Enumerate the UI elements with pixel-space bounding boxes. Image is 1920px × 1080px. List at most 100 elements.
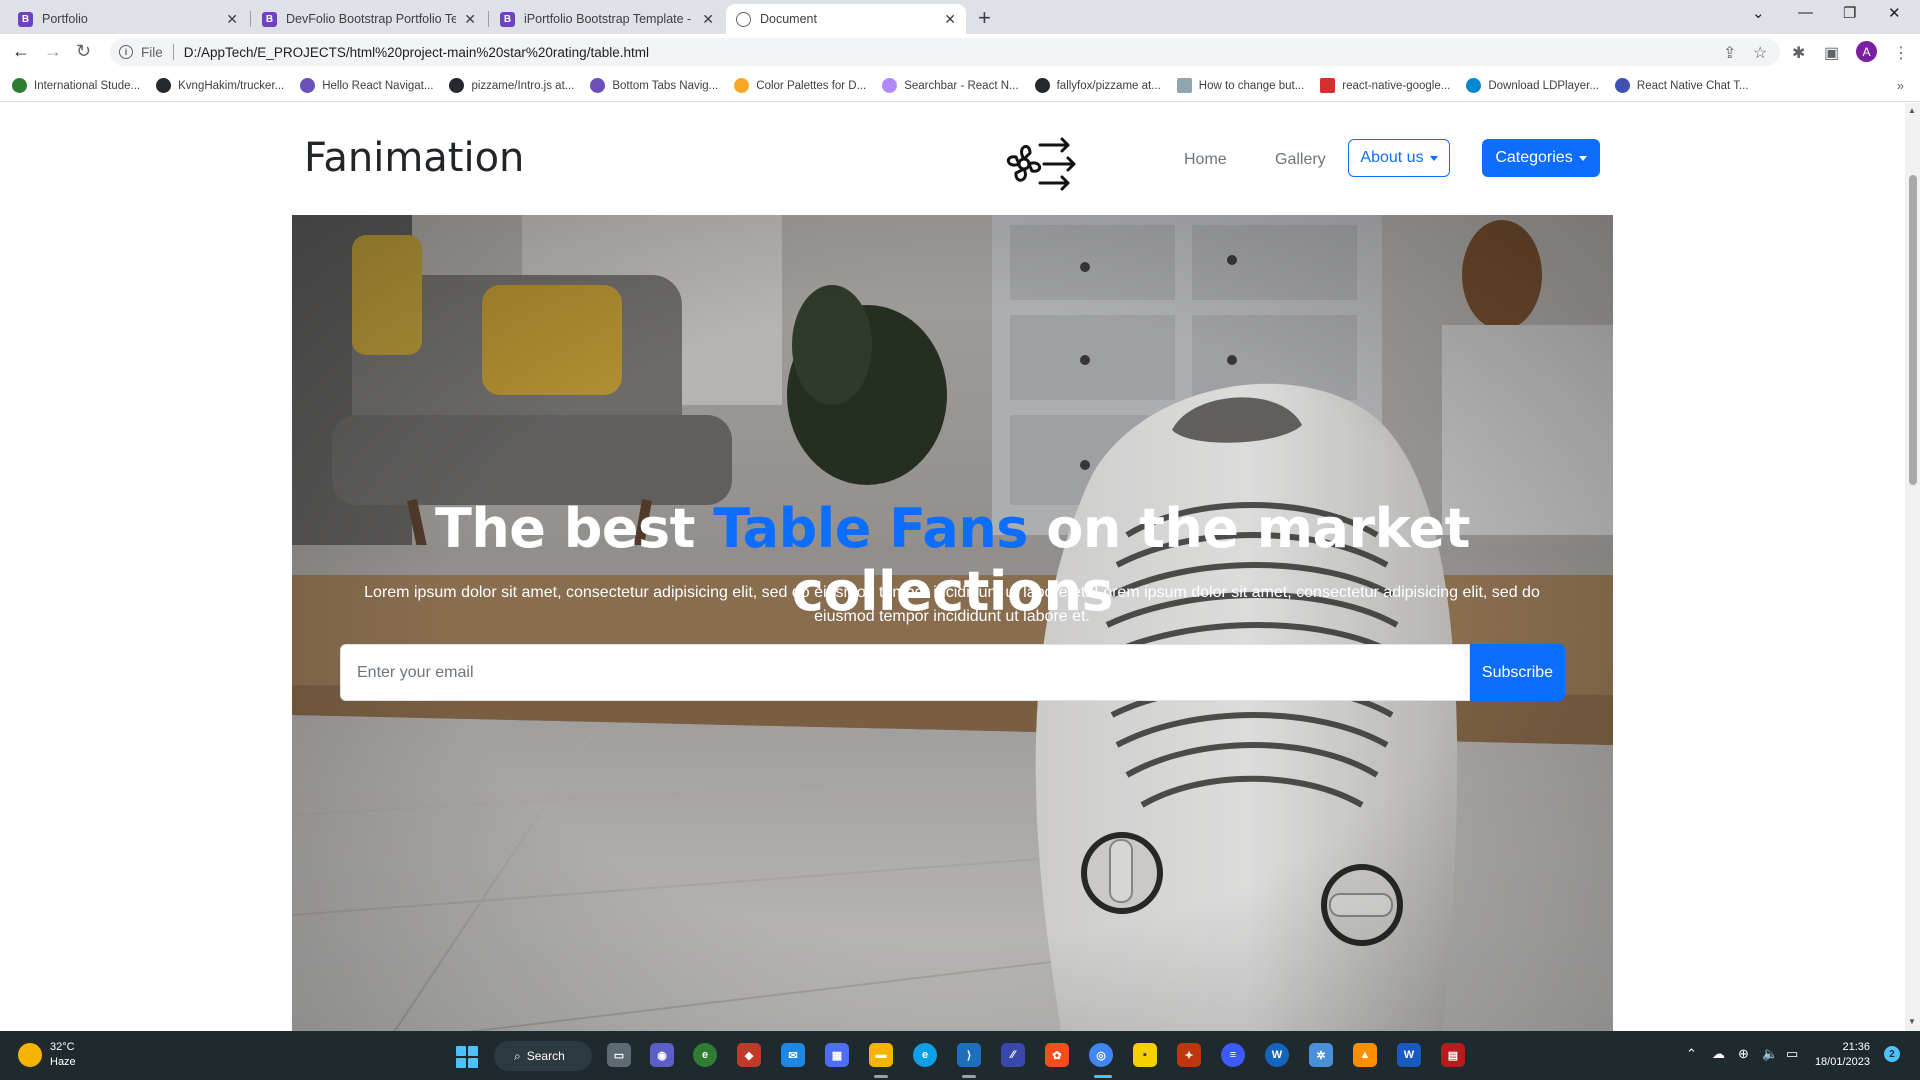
bookmark-star-icon[interactable]: ☆ (1753, 43, 1767, 63)
bookmarks-bar: International Stude... KvngHakim/trucker… (0, 70, 1920, 102)
nav-gallery[interactable]: Gallery (1275, 151, 1326, 169)
edge-dev-icon[interactable]: e (693, 1043, 717, 1067)
bookmark-item[interactable]: Bottom Tabs Navig... (590, 78, 718, 93)
github-icon (449, 78, 465, 93)
tab-document[interactable]: Document ✕ (726, 4, 966, 34)
menu-icon[interactable]: ⋮ (1893, 43, 1909, 63)
cloud-icon[interactable]: ☁ (1712, 1046, 1725, 1062)
chevron-up-icon[interactable]: ⌃ (1686, 1046, 1697, 1062)
weather-temp: 32°C (50, 1041, 75, 1053)
tab-title: Portfolio (42, 12, 88, 26)
sun-haze-icon (18, 1043, 42, 1067)
bootstrap-icon: B (262, 11, 277, 27)
volume-icon[interactable]: 🔈 (1762, 1046, 1778, 1062)
notification-badge[interactable]: 2 (1884, 1046, 1900, 1062)
word-web-icon[interactable]: W (1265, 1043, 1289, 1067)
tab-title: DevFolio Bootstrap Portfolio Tem (286, 12, 457, 26)
git-icon[interactable]: ◆ (737, 1043, 761, 1067)
figma-icon[interactable]: ✿ (1045, 1043, 1069, 1067)
bookmark-label: React Native Chat T... (1636, 79, 1749, 92)
scroll-up-icon[interactable]: ▲ (1908, 106, 1916, 115)
fan-logo-icon[interactable] (1000, 133, 1078, 195)
close-window-button[interactable]: ✕ (1888, 4, 1901, 22)
globe-icon[interactable]: ⊕ (1738, 1046, 1749, 1062)
share-icon[interactable]: ⇪ (1723, 43, 1736, 63)
subscribe-button[interactable]: Subscribe (1470, 644, 1565, 701)
tab-title: Document (760, 12, 817, 26)
tab-iportfolio[interactable]: B iPortfolio Bootstrap Template - Ir ✕ (490, 4, 724, 34)
bootstrap-icon: B (18, 11, 33, 27)
emulator-icon[interactable]: ≡ (1221, 1043, 1245, 1067)
bookmark-label: Hello React Navigat... (322, 79, 434, 92)
side-panel-icon[interactable]: ▣ (1824, 43, 1839, 63)
reload-icon[interactable]: ↻ (76, 41, 91, 62)
scroll-down-icon[interactable]: ▼ (1908, 1017, 1916, 1026)
scheme-label: File (141, 44, 163, 60)
back-icon[interactable]: ← (12, 41, 30, 62)
bookmark-label: fallyfox/pizzame at... (1056, 79, 1161, 92)
blender-icon[interactable]: ✦ (1177, 1043, 1201, 1067)
battery-icon[interactable]: ▭ (1786, 1046, 1798, 1062)
bookmark-item[interactable]: react-native-google... (1320, 78, 1450, 93)
tab-search-icon[interactable]: ⌄ (1752, 4, 1765, 22)
file-explorer-icon[interactable]: ▬ (869, 1043, 893, 1067)
about-us-dropdown[interactable]: About us (1348, 139, 1450, 177)
visual-studio-icon[interactable]: ∕∕ (1001, 1043, 1025, 1067)
address-bar[interactable]: i File D:/AppTech/E_PROJECTS/html%20proj… (110, 38, 1780, 66)
info-icon[interactable]: i (119, 45, 133, 59)
scrollbar-thumb[interactable] (1909, 175, 1917, 485)
categories-dropdown[interactable]: Categories (1482, 139, 1600, 177)
store-icon[interactable]: ▦ (825, 1043, 849, 1067)
taskbar-search[interactable]: ⌕ Search (494, 1041, 592, 1071)
minimize-button[interactable]: — (1798, 4, 1813, 21)
url-text[interactable]: D:/AppTech/E_PROJECTS/html%20project-mai… (184, 45, 649, 60)
page-icon (1176, 78, 1192, 93)
vlc-icon[interactable]: ▲ (1353, 1043, 1377, 1067)
tab-devfolio[interactable]: B DevFolio Bootstrap Portfolio Tem ✕ (252, 4, 486, 34)
edge-icon[interactable]: e (913, 1043, 937, 1067)
sticky-notes-icon[interactable]: ▪ (1133, 1043, 1157, 1067)
site-brand[interactable]: Fanimation (304, 135, 524, 181)
word-icon[interactable]: W (1397, 1043, 1421, 1067)
profile-avatar[interactable]: A (1856, 41, 1877, 62)
chevron-right-icon[interactable]: » (1897, 78, 1904, 93)
extensions-icon[interactable]: ✱ (1792, 43, 1805, 63)
new-tab-button[interactable]: + (978, 5, 991, 31)
close-icon[interactable]: ✕ (464, 11, 476, 28)
close-icon[interactable]: ✕ (226, 11, 238, 28)
shield-icon (12, 78, 27, 93)
nav-home[interactable]: Home (1184, 151, 1227, 169)
globe-icon (736, 11, 751, 27)
about-us-label: About us (1360, 149, 1424, 166)
task-view-icon[interactable]: ▭ (607, 1043, 631, 1067)
bookmark-item[interactable]: KvngHakim/trucker... (156, 78, 284, 93)
close-icon[interactable]: ✕ (944, 11, 956, 28)
bookmark-item[interactable]: Color Palettes for D... (734, 78, 866, 93)
clock[interactable]: 21:36 18/01/2023 (1812, 1040, 1870, 1070)
bookmark-item[interactable]: Hello React Navigat... (300, 78, 433, 93)
windows-start-icon[interactable] (456, 1046, 478, 1068)
bookmark-item[interactable]: International Stude... (12, 78, 140, 93)
close-icon[interactable]: ✕ (702, 11, 714, 28)
winrar-icon[interactable]: ▤ (1441, 1043, 1465, 1067)
email-input[interactable] (340, 644, 1470, 701)
page-scrollbar[interactable]: ▲ ▼ (1905, 103, 1920, 1031)
restore-button[interactable]: ❐ (1843, 4, 1856, 22)
weather-widget[interactable]: 32°C Haze (18, 1040, 76, 1070)
chrome-icon[interactable]: ◎ (1089, 1043, 1113, 1067)
tab-title: iPortfolio Bootstrap Template - Ir (524, 12, 695, 26)
bookmark-item[interactable]: React Native Chat T... (1614, 78, 1749, 93)
forward-icon[interactable]: → (44, 41, 62, 62)
teams-chat-icon[interactable]: ◉ (650, 1043, 674, 1067)
settings-gear-icon[interactable]: ✲ (1309, 1043, 1333, 1067)
toolbar: ← → ↻ i File D:/AppTech/E_PROJECTS/html%… (0, 34, 1920, 70)
vscode-icon[interactable]: ⟩ (957, 1043, 981, 1067)
caret-down-icon (1578, 155, 1587, 161)
bookmark-item[interactable]: fallyfox/pizzame at... (1034, 78, 1161, 93)
bookmark-item[interactable]: How to change but... (1176, 78, 1304, 93)
tab-portfolio[interactable]: B Portfolio ✕ (8, 4, 248, 34)
mail-icon[interactable]: ✉ (781, 1043, 805, 1067)
bookmark-item[interactable]: pizzame/Intro.js at... (449, 78, 574, 93)
bookmark-item[interactable]: Download LDPlayer... (1466, 78, 1599, 93)
bookmark-item[interactable]: Searchbar - React N... (882, 78, 1019, 93)
